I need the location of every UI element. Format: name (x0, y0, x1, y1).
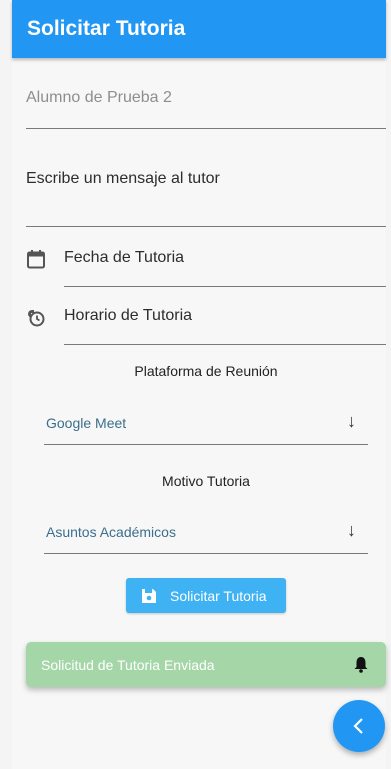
date-field-underline (64, 286, 386, 287)
submit-button[interactable]: Solicitar Tutoria (126, 578, 286, 613)
save-icon (140, 587, 158, 608)
date-field[interactable]: Fecha de Tutoria (64, 249, 184, 267)
submit-button-label: Solicitar Tutoria (170, 588, 267, 604)
reason-dropdown-underline (44, 553, 368, 554)
message-field[interactable]: Escribe un mensaje al tutor (26, 170, 220, 188)
time-field[interactable]: Horario de Tutoria (64, 307, 192, 325)
platform-dropdown-underline (44, 444, 368, 445)
bell-icon (352, 655, 370, 678)
app-bar: Solicitar Tutoria (12, 0, 386, 58)
page-title: Solicitar Tutoria (27, 17, 186, 40)
message-field-underline (26, 226, 386, 227)
student-field[interactable]: Alumno de Prueba 2 (26, 89, 172, 107)
chevron-left-icon (349, 716, 369, 741)
calendar-icon (26, 249, 46, 274)
time-field-underline (64, 344, 386, 345)
back-fab[interactable] (333, 700, 385, 752)
reason-label: Motivo Tutoria (162, 473, 250, 489)
snackbar-text: Solicitud de Tutoria Enviada (41, 657, 215, 673)
student-field-underline (26, 128, 386, 129)
arrow-down-icon[interactable]: ↓ (347, 411, 356, 432)
arrow-down-icon[interactable]: ↓ (347, 520, 356, 541)
clock-icon (25, 307, 45, 332)
reason-dropdown[interactable]: Asuntos Académicos (46, 524, 176, 540)
snackbar: Solicitud de Tutoria Enviada (26, 642, 386, 687)
platform-label: Plataforma de Reunión (134, 363, 278, 379)
platform-dropdown[interactable]: Google Meet (46, 415, 126, 431)
